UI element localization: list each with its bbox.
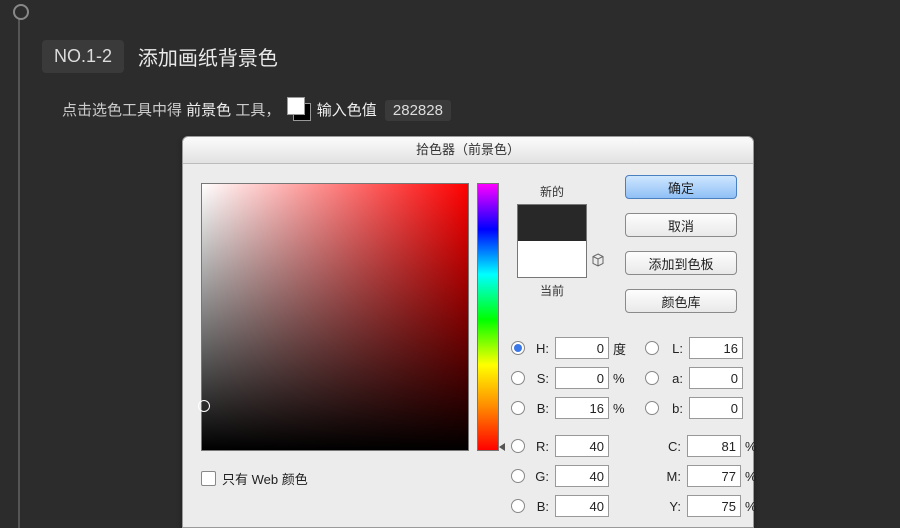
color-picker-title: 拾色器（前景色）: [183, 137, 753, 164]
input-a[interactable]: [689, 367, 743, 389]
input-b-lab[interactable]: [689, 397, 743, 419]
step-number-badge: NO.1-2: [42, 40, 124, 73]
unit-b-hsb: %: [613, 401, 635, 416]
instr-mid: 工具，: [235, 102, 280, 119]
field-cursor-icon: [198, 400, 210, 412]
input-l[interactable]: [689, 337, 743, 359]
hue-slider[interactable]: [477, 183, 499, 451]
color-value-fields: H: 度 L: S: % a: B: % b: R:: [511, 333, 777, 521]
checkbox-icon: [201, 471, 216, 486]
color-libraries-button[interactable]: 颜色库: [625, 289, 737, 313]
saturation-brightness-field[interactable]: [201, 183, 469, 451]
radio-s[interactable]: [511, 371, 525, 385]
radio-b-lab[interactable]: [645, 401, 659, 415]
input-b-hsb[interactable]: [555, 397, 609, 419]
color-preview: 新的 当前: [517, 183, 587, 299]
label-s: S:: [529, 371, 549, 386]
input-g[interactable]: [555, 465, 609, 487]
label-r: R:: [529, 439, 549, 454]
unit-y: %: [745, 499, 767, 514]
instr-foreground-tool: 前景色: [186, 102, 231, 119]
preview-new-label: 新的: [517, 183, 587, 200]
foreground-background-icon: [287, 97, 311, 121]
web-colors-only-checkbox[interactable]: 只有 Web 颜色: [201, 469, 308, 488]
color-picker-window: 拾色器（前景色） 新的 当前 确定 取消 添加到色板 颜色库 H: 度 L:: [182, 136, 754, 528]
cancel-button[interactable]: 取消: [625, 213, 737, 237]
cube-icon: [591, 253, 605, 267]
instruction-text: 点击选色工具中得 前景色 工具， 输入色值 282828: [62, 97, 890, 121]
step-title: 添加画纸背景色: [138, 42, 278, 71]
radio-r[interactable]: [511, 439, 525, 453]
preview-current-label: 当前: [517, 282, 587, 299]
radio-a[interactable]: [645, 371, 659, 385]
unit-m: %: [745, 469, 767, 484]
label-l: L:: [663, 341, 683, 356]
hue-slider-thumb-icon[interactable]: [499, 443, 505, 451]
label-b-lab: b:: [663, 401, 683, 416]
unit-c: %: [745, 439, 767, 454]
radio-b-hsb[interactable]: [511, 401, 525, 415]
label-g: G:: [529, 469, 549, 484]
unit-h: 度: [613, 339, 635, 358]
radio-b-rgb[interactable]: [511, 499, 525, 513]
step-content: NO.1-2 添加画纸背景色 点击选色工具中得 前景色 工具， 输入色值 282…: [42, 40, 890, 137]
timeline-line: [18, 8, 20, 528]
instr-hex-label: 输入色值: [317, 102, 377, 119]
input-h[interactable]: [555, 337, 609, 359]
radio-g[interactable]: [511, 469, 525, 483]
label-c: C:: [661, 439, 681, 454]
radio-h[interactable]: [511, 341, 525, 355]
ok-button[interactable]: 确定: [625, 175, 737, 199]
label-b-rgb: B:: [529, 499, 549, 514]
add-to-swatches-button[interactable]: 添加到色板: [625, 251, 737, 275]
input-y[interactable]: [687, 495, 741, 517]
label-h: H:: [529, 341, 549, 356]
unit-s: %: [613, 371, 635, 386]
instr-pre: 点击选色工具中得: [62, 102, 186, 119]
timeline-dot-icon: [13, 4, 29, 20]
input-m[interactable]: [687, 465, 741, 487]
input-r[interactable]: [555, 435, 609, 457]
label-y: Y:: [661, 499, 681, 514]
label-a: a:: [663, 371, 683, 386]
input-c[interactable]: [687, 435, 741, 457]
web-colors-only-label: 只有 Web 颜色: [222, 469, 308, 488]
radio-l[interactable]: [645, 341, 659, 355]
preview-current-swatch: [518, 241, 586, 277]
input-s[interactable]: [555, 367, 609, 389]
label-m: M:: [661, 469, 681, 484]
preview-new-swatch: [518, 205, 586, 241]
instr-hex-value: 282828: [385, 100, 451, 121]
label-b-hsb: B:: [529, 401, 549, 416]
input-b-rgb[interactable]: [555, 495, 609, 517]
